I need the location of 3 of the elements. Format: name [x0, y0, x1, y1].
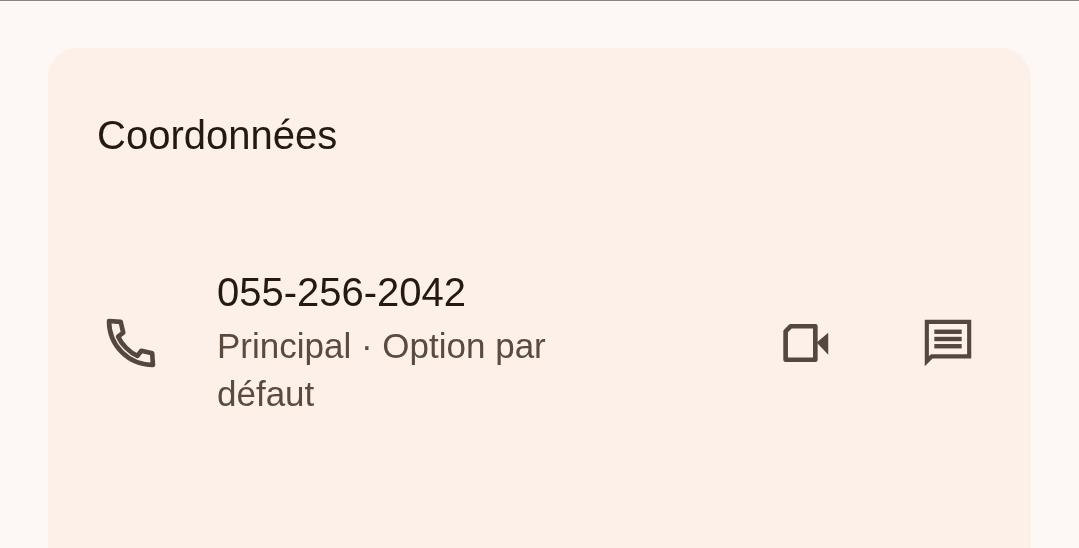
- card-title: Coordonnées: [97, 112, 339, 159]
- phone-label: Principal · Option par défaut: [217, 325, 547, 415]
- phone-number: 055-256-2042: [217, 269, 468, 316]
